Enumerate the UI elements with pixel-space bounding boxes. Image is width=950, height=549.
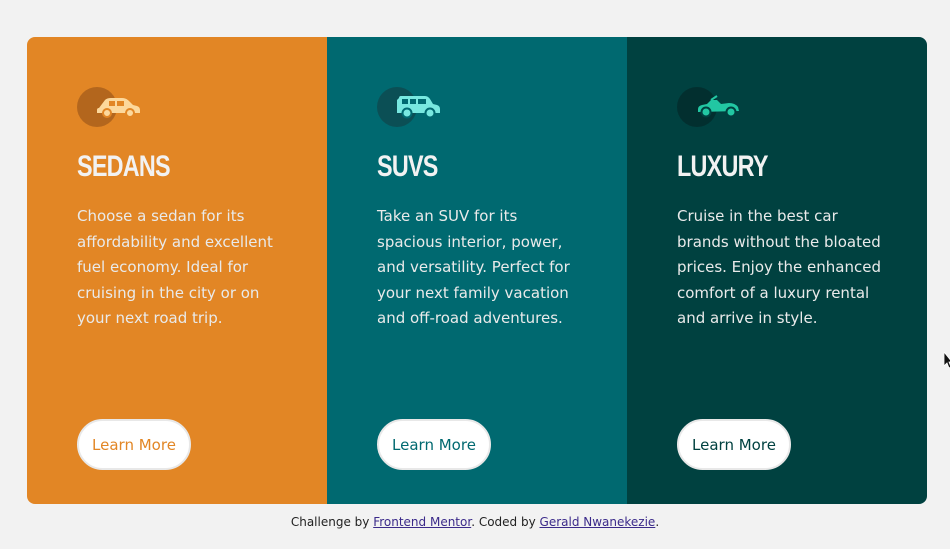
card-description: Cruise in the best car brands without th…	[677, 207, 881, 328]
footer-middle: . Coded by	[471, 515, 540, 529]
card-description: Choose a sedan for its affordability and…	[77, 207, 273, 328]
cards-container: SEDANS Choose a sedan for its affordabil…	[27, 37, 927, 504]
footer-suffix: .	[655, 515, 660, 529]
card-suvs: SUVS Take an SUV for its spacious interi…	[327, 37, 627, 504]
learn-more-button[interactable]: Learn More	[377, 419, 491, 470]
learn-more-button[interactable]: Learn More	[677, 419, 791, 470]
card-title: LUXURY	[677, 150, 768, 183]
author-link[interactable]: Gerald Nwanekezie	[540, 515, 656, 529]
suv-car-icon	[377, 87, 447, 127]
learn-more-button[interactable]: Learn More	[77, 419, 191, 470]
card-description: Take an SUV for its spacious interior, p…	[377, 207, 570, 328]
card-luxury: LUXURY Cruise in the best car brands wit…	[627, 37, 927, 504]
card-title: SUVS	[377, 150, 438, 183]
sedan-car-icon	[77, 87, 147, 127]
footer-prefix: Challenge by	[290, 515, 374, 529]
attribution-footer: Challenge by Frontend Mentor. Coded by G…	[0, 515, 950, 529]
card-sedans: SEDANS Choose a sedan for its affordabil…	[27, 37, 327, 504]
frontend-mentor-link[interactable]: Frontend Mentor	[373, 515, 471, 529]
mouse-pointer-icon	[944, 352, 950, 368]
card-title: SEDANS	[77, 150, 171, 183]
luxury-car-icon	[677, 87, 747, 127]
